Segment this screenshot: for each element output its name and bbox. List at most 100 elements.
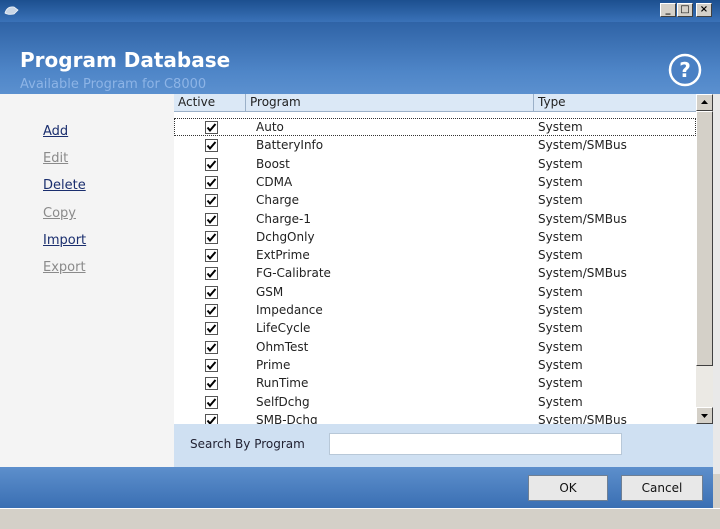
program-type-cell: System [538, 120, 583, 134]
program-name-cell: OhmTest [256, 339, 309, 354]
active-checkbox[interactable] [205, 340, 218, 354]
active-checkbox[interactable] [205, 139, 218, 153]
active-checkbox[interactable] [205, 175, 218, 189]
table-row[interactable]: ExtPrime System [174, 246, 696, 264]
program-name-cell: FG-Calibrate [256, 266, 331, 281]
active-checkbox[interactable] [205, 249, 218, 263]
vertical-scrollbar[interactable] [696, 94, 713, 424]
program-name-cell: Impedance [256, 303, 323, 317]
program-type-cell: System [538, 357, 583, 372]
header-banner: Program Database Available Program for C… [0, 22, 720, 94]
program-name-cell: Boost [256, 156, 290, 171]
program-type-cell: System [538, 303, 583, 317]
page-title: Program Database [20, 48, 231, 72]
program-type-cell: System [538, 174, 583, 189]
program-name-cell: DchgOnly [256, 229, 315, 244]
scroll-down-icon [701, 414, 708, 418]
search-label: Search By Program [190, 437, 305, 451]
scroll-down-button[interactable] [696, 407, 713, 424]
table-row[interactable]: FG-Calibrate System/SMBus [174, 264, 696, 282]
active-checkbox[interactable] [205, 395, 218, 409]
active-checkbox[interactable] [205, 377, 218, 391]
program-type-cell: System/SMBus [538, 138, 627, 153]
active-checkbox[interactable] [205, 157, 218, 171]
maximize-button[interactable]: □ [677, 3, 693, 17]
title-bar: _ □ × [0, 0, 720, 22]
program-name-cell: Prime [256, 357, 291, 372]
table-row[interactable]: LifeCycle System [174, 319, 696, 337]
program-type-cell: System [538, 156, 583, 171]
status-bar [0, 508, 720, 529]
active-checkbox[interactable] [205, 322, 218, 336]
column-header-type[interactable]: Type [534, 94, 696, 112]
active-checkbox[interactable] [205, 212, 218, 226]
table-row[interactable]: Impedance System [174, 301, 696, 319]
program-name-cell: BatteryInfo [256, 138, 324, 153]
table-row[interactable]: BatteryInfo System/SMBus [174, 136, 696, 154]
table-row[interactable]: Charge System [174, 191, 696, 209]
svg-text:?: ? [679, 58, 691, 82]
app-icon [4, 6, 19, 15]
program-type-cell: System/SMBus [538, 266, 627, 281]
program-type-cell: System [538, 229, 583, 244]
scrollbar-thumb[interactable] [696, 111, 713, 366]
program-name-cell: SMB-Dchg [256, 412, 318, 424]
action-copy-link[interactable]: Copy [43, 206, 76, 221]
table-row[interactable]: Prime System [174, 356, 696, 374]
search-bar: Search By Program [174, 424, 713, 467]
action-sidebar: Add Edit Delete Copy Import Export [0, 94, 174, 467]
program-type-cell: System/SMBus [538, 412, 627, 424]
table-row[interactable]: GSM System [174, 283, 696, 301]
table-row[interactable]: SelfDchg System [174, 393, 696, 411]
program-name-cell: RunTime [256, 376, 309, 391]
table-row[interactable]: DchgOnly System [174, 228, 696, 246]
ok-button[interactable]: OK [528, 475, 608, 501]
table-row[interactable]: Auto System [174, 118, 696, 137]
program-type-cell: System [538, 248, 583, 263]
active-checkbox[interactable] [205, 230, 218, 244]
program-type-cell: System [538, 339, 583, 354]
scroll-up-icon [701, 100, 708, 104]
column-header-program[interactable]: Program [246, 94, 534, 112]
close-button[interactable]: × [696, 3, 712, 17]
program-name-cell: Charge [256, 193, 300, 208]
table-row[interactable]: Charge-1 System/SMBus [174, 210, 696, 228]
table-row[interactable]: SMB-Dchg System/SMBus [174, 411, 696, 424]
table-row[interactable]: CDMA System [174, 173, 696, 191]
program-type-cell: System [538, 284, 583, 299]
active-checkbox[interactable] [205, 267, 218, 281]
active-checkbox[interactable] [205, 304, 218, 317]
program-name-cell: SelfDchg [256, 394, 310, 409]
active-checkbox[interactable] [205, 358, 218, 372]
program-table: Active Program Type Auto System BatteryInf… [174, 94, 696, 424]
action-import-link[interactable]: Import [43, 233, 86, 248]
dialog-footer: OK Cancel [0, 467, 713, 508]
action-delete-link[interactable]: Delete [43, 178, 86, 193]
table-row[interactable]: OhmTest System [174, 338, 696, 356]
help-icon[interactable]: ? [668, 53, 702, 87]
window-edge [713, 94, 720, 474]
program-type-cell: System/SMBus [538, 211, 627, 226]
column-header-active[interactable]: Active [174, 94, 246, 112]
program-type-cell: System [538, 193, 583, 208]
active-checkbox[interactable] [205, 413, 218, 424]
page-subtitle: Available Program for C8000 [20, 77, 207, 92]
search-input[interactable] [329, 433, 622, 455]
minimize-button[interactable]: _ [660, 3, 676, 17]
active-checkbox[interactable] [205, 121, 218, 134]
program-type-cell: System [538, 321, 583, 336]
active-checkbox[interactable] [205, 285, 218, 299]
table-row[interactable]: Boost System [174, 155, 696, 173]
program-type-cell: System [538, 394, 583, 409]
table-row[interactable]: RunTime System [174, 374, 696, 392]
program-type-cell: System [538, 376, 583, 391]
action-export-link[interactable]: Export [43, 260, 86, 275]
program-name-cell: ExtPrime [256, 248, 310, 263]
program-name-cell: CDMA [256, 174, 293, 189]
scroll-up-button[interactable] [696, 94, 713, 111]
cancel-button[interactable]: Cancel [621, 475, 703, 501]
action-edit-link[interactable]: Edit [43, 151, 68, 166]
action-add-link[interactable]: Add [43, 124, 68, 139]
program-name-cell: LifeCycle [256, 321, 311, 336]
active-checkbox[interactable] [205, 194, 218, 208]
